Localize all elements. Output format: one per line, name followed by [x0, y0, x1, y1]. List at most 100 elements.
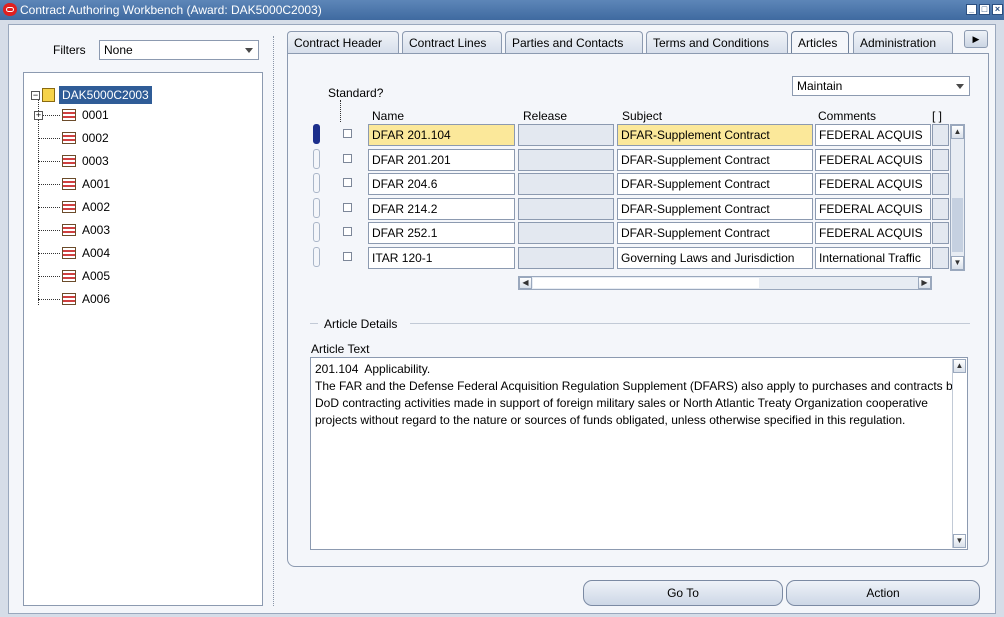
minimize-icon[interactable]: _	[966, 4, 977, 15]
tree-node-a003[interactable]: A003	[62, 221, 142, 239]
filters-select[interactable]: None	[99, 40, 259, 60]
hscroll-thumb[interactable]	[533, 278, 759, 288]
row-selector[interactable]	[313, 197, 320, 218]
table-horizontal-scrollbar[interactable]: ◀ ▶	[518, 276, 932, 290]
go-to-button[interactable]: Go To	[583, 580, 783, 606]
article-release-field[interactable]	[518, 222, 614, 244]
article-name-field[interactable]: DFAR 201.104	[368, 124, 515, 146]
standard-checkbox[interactable]	[343, 178, 352, 187]
standard-checkbox[interactable]	[343, 129, 352, 138]
column-header-extra[interactable]: [ ]	[932, 109, 942, 123]
tab-parties-and-contacts[interactable]: Parties and Contacts	[505, 31, 643, 53]
article-comments-field[interactable]: FEDERAL ACQUIS	[815, 124, 931, 146]
column-header-release: Release	[523, 109, 568, 123]
section-divider-left	[310, 323, 318, 324]
tree-node-label: A001	[82, 177, 111, 191]
tree-node-0003[interactable]: 0003	[62, 152, 142, 170]
filters-label: Filters	[53, 43, 86, 57]
tree-node-label: 0002	[82, 131, 109, 145]
tree-connector	[38, 184, 60, 185]
tree-node-a005[interactable]: A005	[62, 267, 142, 285]
article-extra-field[interactable]	[932, 222, 949, 244]
article-text-area[interactable]: 201.104 Applicability. The FAR and the D…	[310, 357, 968, 550]
article-name-field[interactable]: DFAR 214.2	[368, 197, 515, 220]
contract-navigator-tree[interactable]	[23, 72, 263, 606]
scroll-right-icon[interactable]: ▶	[918, 277, 931, 289]
article-release-field[interactable]	[518, 124, 614, 146]
article-extra-field[interactable]	[932, 148, 949, 171]
article-release-field[interactable]	[518, 173, 614, 195]
tab-scroll-right-icon[interactable]: ▶	[964, 30, 988, 48]
row-selector[interactable]	[313, 124, 320, 144]
expand-icon[interactable]: +	[34, 111, 43, 120]
tab-contract-lines[interactable]: Contract Lines	[402, 31, 502, 53]
tab-articles[interactable]: Articles	[791, 31, 849, 53]
article-extra-field[interactable]	[932, 197, 949, 220]
tree-connector	[38, 161, 60, 162]
article-release-field[interactable]	[518, 246, 614, 269]
tab-terms-and-conditions[interactable]: Terms and Conditions	[646, 31, 788, 53]
tree-node-0001[interactable]: 0001	[62, 106, 142, 124]
tree-node-a004[interactable]: A004	[62, 244, 142, 262]
article-comments-field[interactable]: International Traffic	[815, 246, 931, 269]
tree-node-a002[interactable]: A002	[62, 198, 142, 216]
close-icon[interactable]: ×	[992, 4, 1003, 15]
article-text-scrollbar[interactable]: ▲ ▼	[952, 359, 966, 548]
article-subject-field[interactable]: DFAR-Supplement Contract	[617, 222, 813, 244]
tab-contract-header[interactable]: Contract Header	[287, 31, 399, 53]
scroll-down-icon[interactable]: ▼	[953, 534, 966, 548]
scroll-left-icon[interactable]: ◀	[519, 277, 532, 289]
article-name-field[interactable]: ITAR 120-1	[368, 246, 515, 269]
standard-checkbox[interactable]	[343, 227, 352, 236]
tree-node-0002[interactable]: 0002	[62, 129, 142, 147]
column-header-comments: Comments	[818, 109, 877, 123]
chevron-down-icon[interactable]	[956, 84, 964, 89]
standard-bracket	[340, 100, 341, 122]
article-name-field[interactable]: DFAR 252.1	[368, 222, 515, 244]
article-name-field[interactable]: DFAR 201.201	[368, 148, 515, 171]
collapse-icon[interactable]: −	[31, 91, 40, 100]
table-vertical-scrollbar[interactable]: ▲ ▼	[950, 124, 965, 271]
standard-checkbox[interactable]	[343, 251, 352, 261]
tree-node-a001[interactable]: A001	[62, 175, 142, 193]
article-extra-field[interactable]	[932, 173, 949, 195]
tree-connector	[38, 207, 60, 208]
article-comments-field[interactable]: FEDERAL ACQUIS	[815, 173, 931, 195]
article-subject-field[interactable]: DFAR-Supplement Contract	[617, 124, 813, 146]
article-release-field[interactable]	[518, 148, 614, 171]
scroll-up-icon[interactable]: ▲	[951, 125, 964, 139]
tree-root-node[interactable]: − DAK5000C2003	[31, 86, 191, 104]
article-subject-field[interactable]: Governing Laws and Jurisdiction	[617, 246, 813, 269]
action-button[interactable]: Action	[786, 580, 980, 606]
tree-root-label: DAK5000C2003	[59, 86, 152, 104]
article-subject-field[interactable]: DFAR-Supplement Contract	[617, 197, 813, 220]
tree-node-a006[interactable]: A006	[62, 290, 142, 308]
article-comments-field[interactable]: FEDERAL ACQUIS	[815, 222, 931, 244]
tab-administration[interactable]: Administration	[853, 31, 953, 53]
article-release-field[interactable]	[518, 197, 614, 220]
contract-line-icon	[62, 178, 76, 190]
scroll-thumb[interactable]	[952, 198, 963, 252]
article-extra-field[interactable]	[932, 246, 949, 269]
scroll-down-icon[interactable]: ▼	[951, 256, 964, 270]
row-selector[interactable]	[313, 246, 320, 267]
panel-splitter[interactable]	[273, 36, 274, 606]
article-subject-field[interactable]: DFAR-Supplement Contract	[617, 148, 813, 171]
article-extra-field[interactable]	[932, 124, 949, 146]
article-comments-field[interactable]: FEDERAL ACQUIS	[815, 148, 931, 171]
standard-checkbox[interactable]	[343, 202, 352, 212]
row-selector[interactable]	[313, 173, 320, 193]
maximize-icon[interactable]: □	[979, 4, 990, 15]
column-header-name: Name	[372, 109, 405, 123]
scroll-up-icon[interactable]: ▲	[953, 359, 966, 373]
article-subject-field[interactable]: DFAR-Supplement Contract	[617, 173, 813, 195]
row-selector[interactable]	[313, 148, 320, 169]
mode-value: Maintain	[797, 79, 843, 93]
mode-select[interactable]: Maintain	[792, 76, 970, 96]
article-name-field[interactable]: DFAR 204.6	[368, 173, 515, 195]
standard-checkbox[interactable]	[343, 153, 352, 163]
chevron-down-icon[interactable]	[245, 48, 253, 53]
article-comments-field[interactable]: FEDERAL ACQUIS	[815, 197, 931, 220]
row-selector[interactable]	[313, 222, 320, 242]
title-bar: Contract Authoring Workbench (Award: DAK…	[0, 0, 1004, 20]
